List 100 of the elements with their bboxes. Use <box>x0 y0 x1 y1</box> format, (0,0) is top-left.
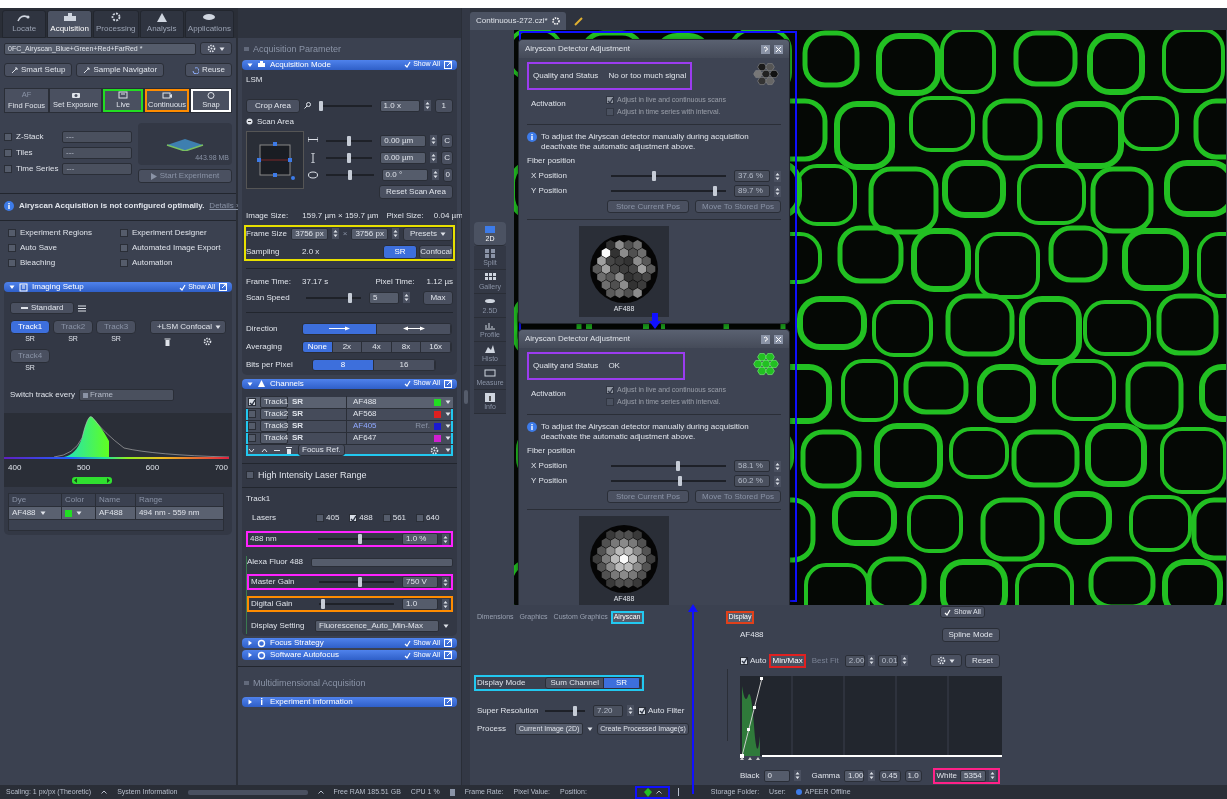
checkbox[interactable] <box>416 514 425 522</box>
best-fit-field[interactable]: 0.01 <box>877 654 898 667</box>
color-swatch[interactable] <box>434 422 441 430</box>
checkbox[interactable] <box>4 165 12 173</box>
value-field[interactable]: 750 V <box>402 576 438 588</box>
zoom-field[interactable]: 1.0 x <box>379 99 420 112</box>
spinner-icon[interactable] <box>423 100 431 111</box>
segment-option[interactable]: Sum Channel <box>546 677 604 688</box>
checkbox[interactable] <box>606 96 614 105</box>
minus-icon[interactable] <box>274 448 280 452</box>
gamma-field[interactable]: 1.00 <box>843 769 864 782</box>
presets-button[interactable]: Presets <box>402 226 453 241</box>
value-field[interactable]: 1.0 <box>402 598 438 610</box>
checkbox[interactable] <box>4 149 12 157</box>
checkbox[interactable] <box>606 107 614 116</box>
scan-direction-option[interactable] <box>377 323 451 334</box>
standard-mode-button[interactable]: Standard <box>10 302 75 314</box>
color-swatch[interactable] <box>434 434 441 442</box>
reset-scan-area-button[interactable]: Reset Scan Area <box>378 184 453 199</box>
reuse-button[interactable]: Reuse <box>184 63 232 77</box>
settings-icon[interactable] <box>207 44 216 53</box>
display-mode-option[interactable]: Min/Max <box>769 653 806 668</box>
chevron-down-icon[interactable] <box>248 447 255 453</box>
segment-option[interactable]: 8 <box>313 359 374 370</box>
popout-icon[interactable] <box>444 651 452 659</box>
checkbox[interactable] <box>246 471 254 480</box>
close-icon[interactable] <box>774 44 783 54</box>
checkbox[interactable] <box>606 386 614 395</box>
spinner-icon[interactable] <box>774 170 781 182</box>
popout-icon[interactable] <box>219 283 227 291</box>
reset-button[interactable]: C <box>441 133 453 148</box>
checkbox[interactable] <box>382 514 391 522</box>
checkbox[interactable] <box>740 656 748 665</box>
settings-icon[interactable] <box>430 445 439 455</box>
min-level-field[interactable]: 0 <box>763 769 790 782</box>
gamma-preset-button[interactable]: 0.45 <box>878 769 901 782</box>
slider-thumb[interactable] <box>651 171 656 181</box>
segment-option[interactable]: 16x <box>421 341 451 352</box>
checkbox[interactable] <box>8 244 16 252</box>
chevron-up-icon[interactable] <box>655 790 662 794</box>
segment-option[interactable]: 16 <box>374 359 435 370</box>
setup-button[interactable]: Sample Navigator <box>76 63 165 77</box>
spline-mode-button[interactable]: Spline Mode <box>941 627 1000 642</box>
scan-area-drawing[interactable] <box>246 130 304 189</box>
slider-thumb[interactable] <box>348 292 352 303</box>
checkbox[interactable] <box>248 398 256 406</box>
section-header[interactable]: Experiment Information <box>242 696 457 707</box>
chevron-up-icon[interactable] <box>261 447 268 453</box>
checkbox[interactable] <box>8 259 16 267</box>
position-field[interactable]: 37.6 % <box>734 170 770 182</box>
reset-button[interactable]: C <box>441 150 453 165</box>
document-tab[interactable]: Continuous-272.czi* <box>470 12 566 30</box>
spinner-icon[interactable] <box>403 292 410 303</box>
help-icon[interactable] <box>761 334 770 344</box>
spinner-icon[interactable] <box>430 152 438 163</box>
offset-field[interactable]: 0.00 µm <box>380 134 427 147</box>
super-resolution-field[interactable]: 7.20 <box>593 704 623 717</box>
spinner-icon[interactable] <box>774 185 781 197</box>
switch-track-dropdown[interactable]: Frame <box>78 389 174 401</box>
spinner-icon[interactable] <box>774 475 781 487</box>
position-field[interactable]: 89.7 % <box>734 185 770 197</box>
checkbox[interactable] <box>349 514 358 522</box>
popout-icon[interactable] <box>444 639 452 647</box>
close-icon[interactable] <box>774 334 783 344</box>
slider-thumb[interactable] <box>347 135 352 146</box>
gamma-preset-button[interactable]: 1.0 <box>904 769 922 782</box>
popout-icon[interactable] <box>444 379 452 388</box>
sampling-mode-button[interactable]: SR <box>383 244 417 259</box>
tab[interactable]: Processing <box>93 10 139 38</box>
segment-option[interactable]: None <box>303 341 333 352</box>
offset-field[interactable]: 0.0 ° <box>381 168 428 181</box>
checkbox[interactable] <box>120 244 128 252</box>
checkbox[interactable] <box>638 706 646 715</box>
value-field[interactable]: 1.0 % <box>402 533 438 545</box>
segment-option[interactable]: 8x <box>391 341 422 352</box>
spinner-icon[interactable] <box>793 770 801 781</box>
checkbox[interactable] <box>120 259 128 267</box>
display-setting-dropdown[interactable]: Fluorescence_Auto_Min-Max <box>315 620 439 632</box>
color-swatch[interactable] <box>64 509 72 517</box>
tab[interactable]: Locate <box>2 10 47 38</box>
spinner-icon[interactable] <box>627 705 634 716</box>
checkbox[interactable] <box>606 397 614 406</box>
color-swatch[interactable] <box>434 410 441 418</box>
segment-option[interactable]: 4x <box>362 341 392 352</box>
slider-thumb[interactable] <box>347 169 352 180</box>
settings-button[interactable] <box>930 654 963 667</box>
spinner-icon[interactable] <box>430 135 438 146</box>
position-field[interactable]: 60.2 % <box>734 475 770 487</box>
offset-field[interactable]: 0.00 µm <box>380 151 427 164</box>
slider-thumb[interactable] <box>573 705 577 716</box>
scan-direction-option[interactable] <box>303 323 377 334</box>
reset-button[interactable]: 0 <box>442 167 453 182</box>
slider-thumb[interactable] <box>318 100 323 111</box>
checkbox[interactable] <box>4 133 12 141</box>
spinner-icon[interactable] <box>867 655 875 666</box>
sampling-mode-button[interactable]: Confocal <box>419 244 453 259</box>
checkbox[interactable] <box>8 229 16 237</box>
max-button[interactable]: Max <box>423 290 453 305</box>
help-icon[interactable] <box>761 44 770 54</box>
checkbox[interactable] <box>316 514 324 522</box>
